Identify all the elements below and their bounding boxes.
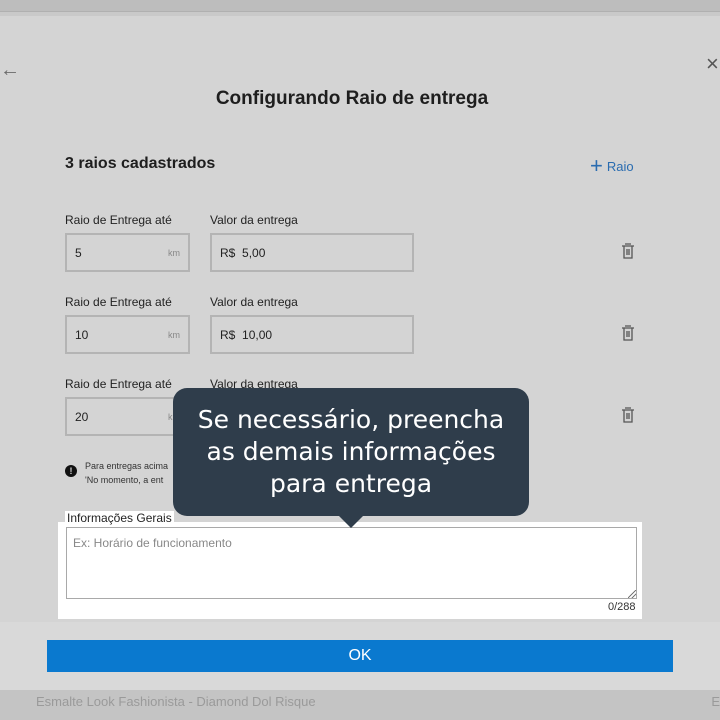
close-icon[interactable]: × bbox=[706, 53, 720, 75]
back-arrow-icon[interactable]: ← bbox=[0, 60, 20, 80]
hint-tooltip: Se necessário, preencha as demais inform… bbox=[173, 388, 529, 516]
value-label: Valor da entrega bbox=[210, 213, 298, 227]
currency-symbol: R$ bbox=[220, 327, 236, 342]
note-line: Para entregas acima bbox=[85, 461, 169, 471]
exclamation-icon: ! bbox=[65, 465, 77, 477]
trash-icon[interactable] bbox=[620, 242, 636, 260]
delivery-value: 10,00 bbox=[242, 327, 273, 342]
value-label: Valor da entrega bbox=[210, 295, 298, 309]
radius-label: Raio de Entrega até bbox=[65, 213, 172, 227]
radius-unit: km bbox=[168, 330, 180, 340]
radius-unit: km bbox=[168, 248, 180, 258]
background-top-bar bbox=[0, 0, 720, 12]
delivery-value: 5,00 bbox=[242, 245, 266, 260]
delivery-value-input[interactable]: R$ 5,00 bbox=[210, 233, 414, 272]
char-counter: 0/288 bbox=[608, 601, 636, 613]
general-info-textarea[interactable] bbox=[66, 527, 637, 599]
delivery-note: Para entregas acima 'No momento, a ent bbox=[85, 459, 168, 487]
add-radius-label: Raio bbox=[606, 158, 634, 174]
add-radius-button[interactable]: + Raio bbox=[590, 153, 634, 178]
background-product-name: Esmalte Look Fashionista - Diamond Dol R… bbox=[36, 694, 316, 709]
tooltip-arrow bbox=[338, 515, 364, 528]
resize-handle-icon[interactable] bbox=[628, 590, 636, 598]
radius-input[interactable]: 10 km bbox=[65, 315, 190, 354]
note-line: 'No momento, a ent bbox=[85, 475, 164, 485]
trash-icon[interactable] bbox=[620, 324, 636, 342]
radius-value: 10 bbox=[75, 327, 89, 342]
currency-symbol: R$ bbox=[220, 245, 236, 260]
delivery-value-input[interactable]: R$ 10,00 bbox=[210, 315, 414, 354]
radius-value: 5 bbox=[75, 245, 82, 260]
radius-input[interactable]: 20 km bbox=[65, 397, 190, 436]
radius-label: Raio de Entrega até bbox=[65, 295, 172, 309]
radius-label: Raio de Entrega até bbox=[65, 377, 172, 391]
modal-title: Configurando Raio de entrega bbox=[215, 88, 489, 109]
radius-value: 20 bbox=[75, 409, 89, 424]
tooltip-line: as demais informações bbox=[206, 437, 496, 466]
radius-input[interactable]: 5 km bbox=[65, 233, 190, 272]
plus-icon: + bbox=[590, 153, 603, 178]
tooltip-line: para entrega bbox=[269, 469, 433, 498]
trash-icon[interactable] bbox=[620, 406, 636, 424]
info-label: Informações Gerais bbox=[65, 511, 174, 525]
background-right-text: E bbox=[711, 694, 720, 709]
tooltip-line: Se necessário, preencha bbox=[197, 405, 505, 434]
ok-button[interactable]: OK bbox=[47, 640, 673, 672]
radius-count-label: 3 raios cadastrados bbox=[65, 155, 216, 172]
